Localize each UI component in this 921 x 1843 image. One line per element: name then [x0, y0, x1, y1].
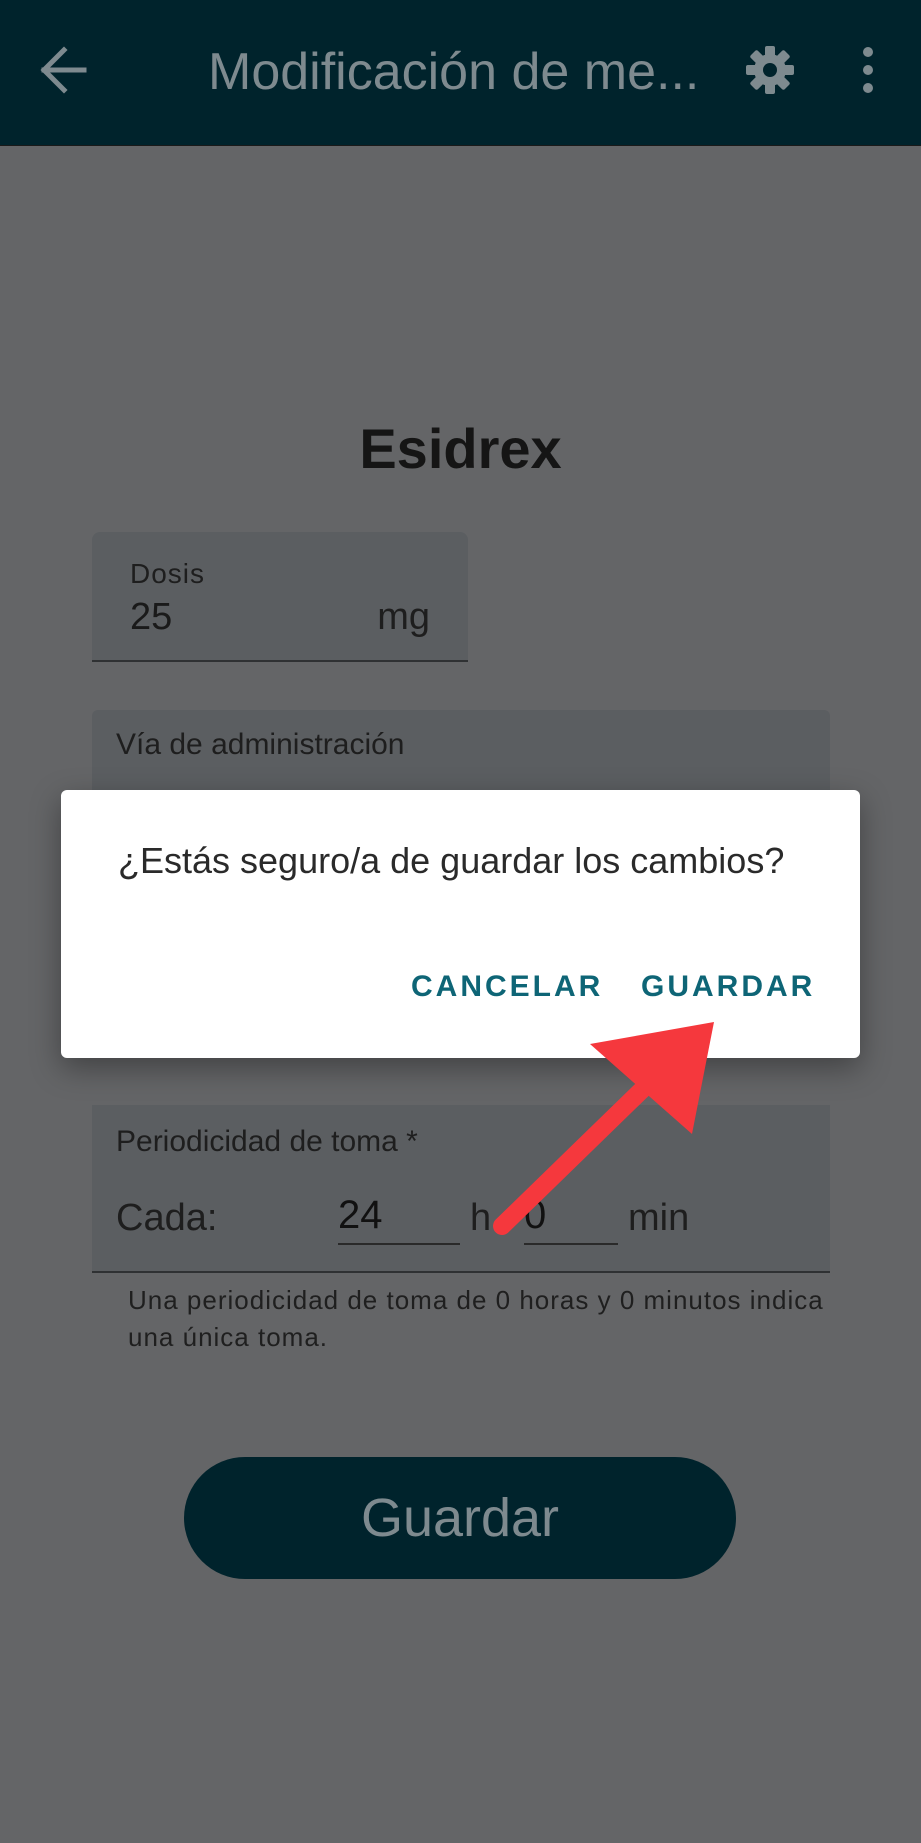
more-options-button[interactable] — [846, 40, 890, 100]
route-label: Vía de administración — [116, 728, 405, 761]
every-label: Cada: — [116, 1197, 218, 1239]
annotation-arrow-icon — [493, 1022, 714, 1235]
confirm-dialog: ¿Estás seguro/a de guardar los cambios? … — [61, 790, 860, 1058]
more-vert-icon — [863, 47, 873, 93]
back-button[interactable] — [36, 38, 96, 102]
gear-icon — [746, 46, 794, 94]
save-button[interactable]: Guardar — [184, 1457, 736, 1579]
medication-name: Esidrex — [359, 417, 562, 480]
arrow-left-icon — [40, 46, 87, 94]
settings-button[interactable] — [740, 40, 800, 100]
hours-input[interactable]: 24 — [338, 1193, 460, 1245]
page-title: Modificación de me... — [208, 43, 700, 101]
dose-value[interactable]: 25 — [130, 596, 172, 639]
app-bar: Modificación de me... — [0, 0, 921, 146]
dose-unit: mg — [377, 596, 430, 638]
dose-field[interactable]: Dosis 25 mg — [92, 532, 468, 662]
period-helper-text: Una periodicidad de toma de 0 horas y 0 … — [128, 1285, 824, 1352]
period-label: Periodicidad de toma * — [116, 1125, 418, 1158]
dialog-message: ¿Estás seguro/a de guardar los cambios? — [118, 840, 785, 881]
dose-label: Dosis — [130, 558, 206, 589]
